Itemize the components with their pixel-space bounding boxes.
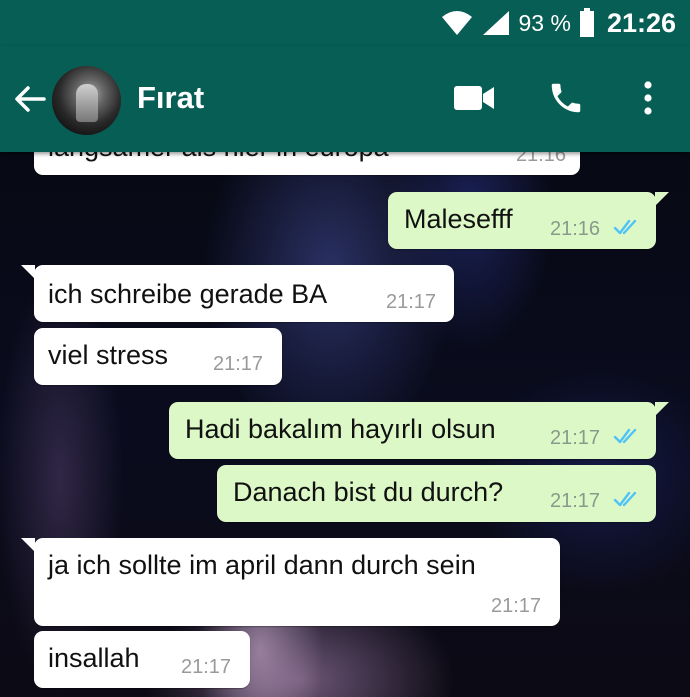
message-text: Malesefff	[404, 204, 513, 234]
message-text: ich schreibe gerade BA	[48, 279, 328, 309]
message-time: 21:17	[386, 291, 437, 313]
message-bubble[interactable]: ich schreibe gerade BA 21:17	[21, 265, 454, 322]
message-bubble[interactable]: Malesefff 21:16	[388, 192, 669, 249]
chat-header: Fırat	[0, 46, 690, 152]
more-options-button[interactable]	[626, 76, 670, 120]
more-vert-icon	[644, 81, 652, 115]
message-bubble[interactable]: viel stress 21:17	[34, 328, 282, 385]
wifi-icon	[441, 11, 472, 35]
signal-icon	[482, 11, 509, 35]
status-bar: 93 % 21:26	[0, 0, 690, 46]
message-time: 21:17	[491, 595, 542, 617]
message-time: 21:17	[213, 353, 264, 375]
message-text: viel stress	[48, 340, 169, 370]
battery-percent: 93 %	[518, 9, 571, 36]
message-text: Hadi bakalım hayırlı olsun	[185, 414, 496, 444]
video-call-button[interactable]	[452, 76, 496, 120]
back-arrow-icon	[15, 86, 46, 112]
message-time: 21:17	[181, 656, 232, 678]
message-time: 21:17	[550, 427, 601, 449]
message-text: ja ich sollte im april dann durch sein	[48, 550, 476, 580]
contact-name[interactable]: Fırat	[137, 80, 204, 116]
video-camera-icon	[454, 86, 494, 110]
message-bubble[interactable]: Danach bist du durch? 21:17	[217, 465, 656, 522]
read-ticks-icon	[613, 428, 637, 444]
message-bubble[interactable]: ja ich sollte im april dann durch sein 2…	[21, 538, 560, 626]
message-time: 21:17	[550, 490, 601, 512]
message-bubble[interactable]: insallah 21:17	[34, 631, 250, 688]
message-time: 21:16	[550, 218, 601, 240]
back-button[interactable]	[12, 81, 48, 117]
read-ticks-icon	[613, 219, 637, 235]
voice-call-button[interactable]	[544, 76, 588, 120]
avatar[interactable]	[52, 66, 121, 135]
read-ticks-icon	[613, 491, 637, 507]
message-text: insallah	[48, 643, 140, 673]
battery-icon	[579, 8, 594, 37]
phone-icon	[551, 83, 581, 113]
status-time: 21:26	[606, 7, 676, 38]
message-bubble[interactable]: Hadi bakalım hayırlı olsun 21:17	[169, 402, 669, 459]
message-text: Danach bist du durch?	[233, 477, 504, 507]
